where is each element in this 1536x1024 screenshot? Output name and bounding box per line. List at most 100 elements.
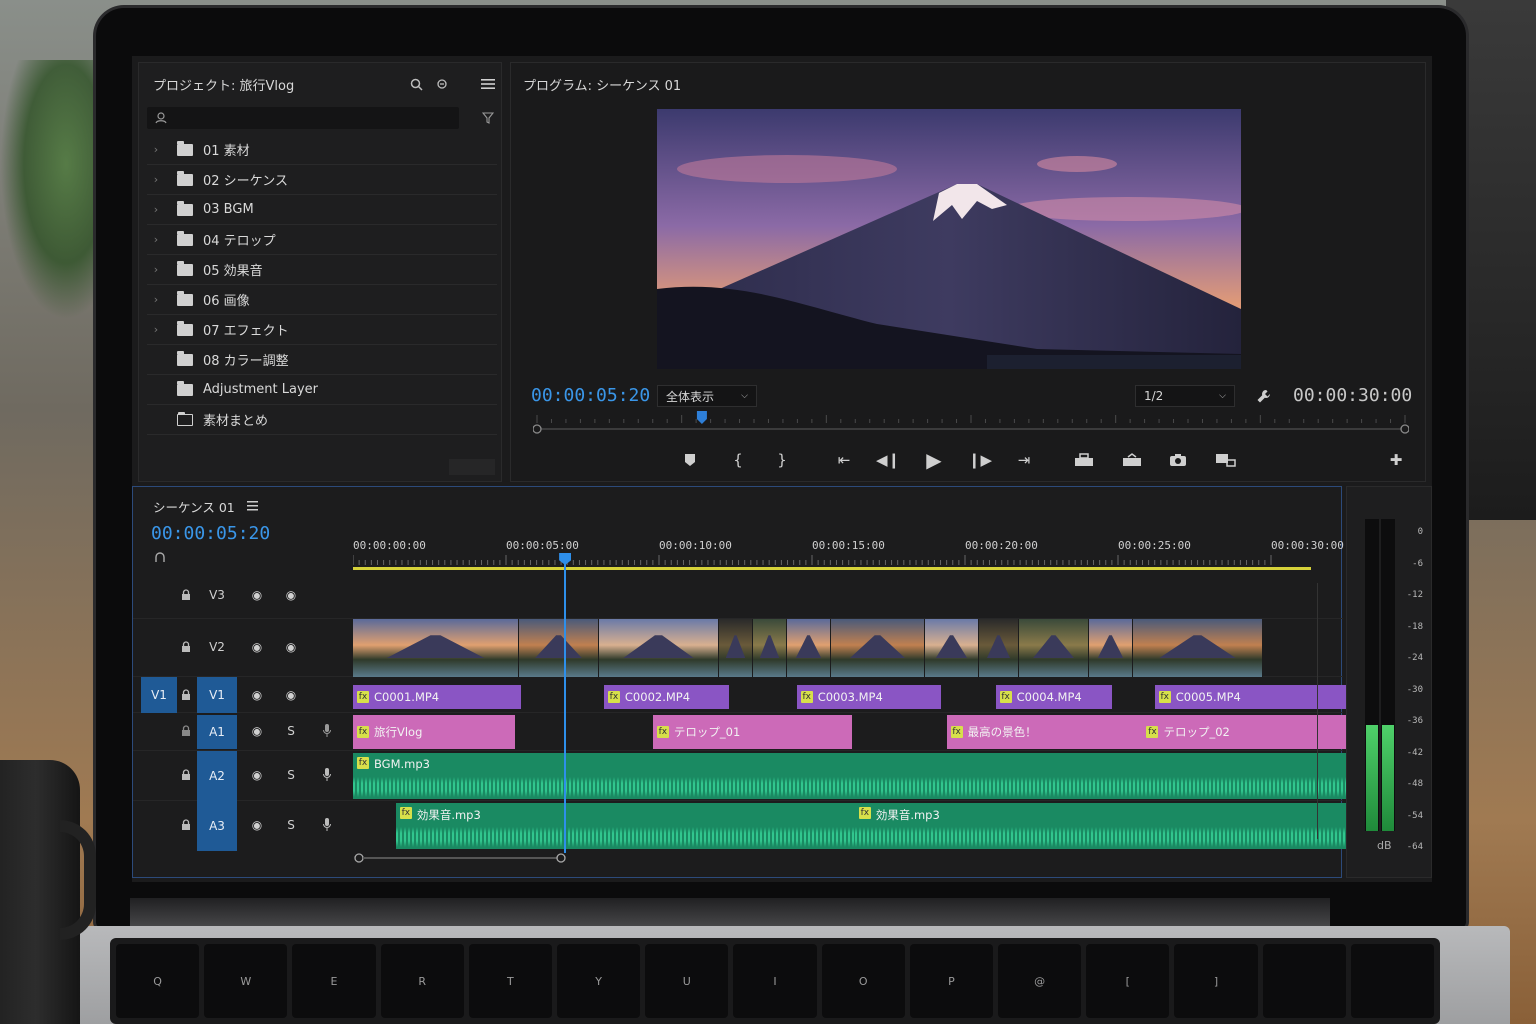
timeline-timecode[interactable]: 00:00:05:20 (151, 523, 270, 544)
chevron-right-icon[interactable]: › (147, 323, 165, 336)
play-icon[interactable]: ▶ (923, 448, 945, 472)
go-to-in-icon[interactable]: ⇤ (833, 449, 855, 471)
track-label-v3[interactable]: V3 (205, 585, 229, 605)
tclip-clip[interactable]: fx 最高の景色！ (946, 715, 1143, 749)
mark-out-icon[interactable]: } (771, 449, 793, 471)
bin-item[interactable]: › 05 効果音 (147, 255, 497, 285)
extract-icon[interactable] (1121, 449, 1143, 471)
source-patch-v1[interactable]: V1 (141, 677, 177, 713)
eye-icon[interactable]: ◉ (283, 587, 299, 603)
eye-icon[interactable]: ◉ (283, 687, 299, 703)
filter-icon[interactable] (479, 109, 497, 127)
bin-item[interactable]: › 04 テロップ (147, 225, 497, 255)
zoom-slider[interactable] (449, 459, 495, 475)
fx-badge-icon[interactable]: fx (357, 691, 369, 703)
vclip-clip[interactable]: fx C0005.MP4 (1154, 685, 1357, 709)
mute-icon[interactable]: ◉ (249, 817, 265, 833)
tclip-clip[interactable]: fx 旅行Vlog (353, 715, 516, 749)
lift-icon[interactable] (1073, 449, 1095, 471)
panel-menu-icon[interactable] (479, 75, 497, 93)
track-label-a1[interactable]: A1 (197, 715, 237, 749)
sequence-tab[interactable]: シーケンス 01 (153, 497, 235, 516)
program-scrubber[interactable] (533, 411, 1409, 435)
chevron-right-icon[interactable]: › (147, 203, 165, 216)
bin-item[interactable]: › 06 画像 (147, 285, 497, 315)
eye-icon[interactable]: ◉ (283, 639, 299, 655)
mark-in-icon[interactable]: { (727, 449, 749, 471)
chevron-right-icon[interactable]: › (147, 173, 165, 186)
tclip-clip[interactable]: fx テロップ_01 (652, 715, 852, 749)
add-button-icon[interactable]: ✚ (1385, 449, 1407, 471)
mic-icon[interactable] (319, 723, 335, 739)
timeline-playhead[interactable] (559, 553, 572, 853)
mic-icon[interactable] (319, 817, 335, 833)
track-label-a3[interactable]: A3 (197, 801, 237, 851)
solo-button[interactable]: S (283, 723, 299, 739)
track-label-a2[interactable]: A2 (197, 751, 237, 801)
search-input[interactable] (147, 107, 459, 129)
track-label-v1[interactable]: V1 (197, 677, 237, 713)
chevron-right-icon[interactable]: › (147, 263, 165, 276)
add-marker-icon[interactable] (679, 449, 701, 471)
fx-badge-icon[interactable]: fx (858, 807, 871, 819)
bin-item[interactable]: 素材まとめ (147, 405, 497, 435)
track-label-v2[interactable]: V2 (205, 637, 229, 657)
fx-badge-icon[interactable]: fx (607, 691, 620, 703)
bin-item[interactable]: › 03 BGM (147, 195, 497, 225)
fx-badge-icon[interactable]: fx (656, 726, 669, 738)
fx-badge-icon[interactable]: fx (950, 726, 963, 738)
fx-badge-icon[interactable]: fx (1146, 726, 1159, 738)
lock-icon[interactable] (179, 587, 193, 603)
fx-badge-icon[interactable]: fx (357, 726, 369, 738)
vclip-clip[interactable]: fx C0002.MP4 (603, 685, 730, 709)
lock-icon[interactable] (179, 687, 193, 703)
eye-icon[interactable]: ◉ (249, 587, 265, 603)
camera-icon[interactable] (1167, 449, 1189, 471)
work-area-bar[interactable] (353, 567, 1311, 570)
solo-button[interactable]: S (283, 767, 299, 783)
bin-item[interactable]: 08 カラー調整 (147, 345, 497, 375)
zoom-select[interactable]: 全体表示 ⌵ (657, 385, 757, 407)
resolution-select[interactable]: 1/2 ⌵ (1135, 385, 1235, 407)
aclip-clip[interactable]: fx 効果音.mp3 (854, 803, 1348, 849)
snap-icon[interactable] (151, 549, 169, 567)
bin-item[interactable]: › 02 シーケンス (147, 165, 497, 195)
mute-icon[interactable]: ◉ (249, 723, 265, 739)
chevron-right-icon[interactable]: › (147, 293, 165, 306)
lock-icon[interactable] (179, 639, 193, 655)
fx-badge-icon[interactable]: fx (800, 691, 813, 703)
bin-item[interactable]: › 01 素材 (147, 135, 497, 165)
program-current-timecode[interactable]: 00:00:05:20 (531, 385, 650, 406)
fx-badge-icon[interactable]: fx (1158, 691, 1171, 703)
search-icon[interactable] (407, 75, 425, 93)
fx-badge-icon[interactable]: fx (399, 807, 412, 819)
vclip-clip[interactable]: fx C0004.MP4 (995, 685, 1112, 709)
wrench-icon[interactable] (1255, 387, 1273, 405)
fx-badge-icon[interactable]: fx (357, 757, 369, 769)
timeline-zoom-scroll[interactable] (353, 851, 1313, 865)
lock-icon[interactable] (179, 767, 193, 783)
fx-badge-icon[interactable]: fx (999, 691, 1012, 703)
eye-icon[interactable]: ◉ (249, 639, 265, 655)
vclip-clip[interactable]: fx C0001.MP4 (353, 685, 522, 709)
vclip-clip[interactable]: fx C0003.MP4 (796, 685, 941, 709)
solo-button[interactable]: S (283, 817, 299, 833)
chevron-right-icon[interactable]: › (147, 143, 165, 156)
lock-icon[interactable] (179, 817, 193, 833)
lock-icon[interactable] (179, 723, 193, 739)
vertical-scrollbar[interactable] (1317, 583, 1325, 839)
go-to-out-icon[interactable]: ⇥ (1013, 449, 1035, 471)
aclip-clip[interactable]: fx BGM.mp3 (353, 753, 1357, 799)
mute-icon[interactable]: ◉ (249, 767, 265, 783)
v2-thumbnail-strip[interactable] (353, 619, 1265, 677)
eye-icon[interactable]: ◉ (249, 687, 265, 703)
step-back-icon[interactable]: ◀❙ (876, 449, 900, 471)
compare-view-icon[interactable] (1215, 449, 1237, 471)
chevron-right-icon[interactable]: › (147, 233, 165, 246)
mic-icon[interactable] (319, 767, 335, 783)
find-icon[interactable] (433, 75, 451, 93)
bin-item[interactable]: › 07 エフェクト (147, 315, 497, 345)
bin-item[interactable]: Adjustment Layer (147, 375, 497, 405)
sequence-menu-icon[interactable] (243, 497, 261, 515)
step-forward-icon[interactable]: ❙▶ (968, 449, 992, 471)
